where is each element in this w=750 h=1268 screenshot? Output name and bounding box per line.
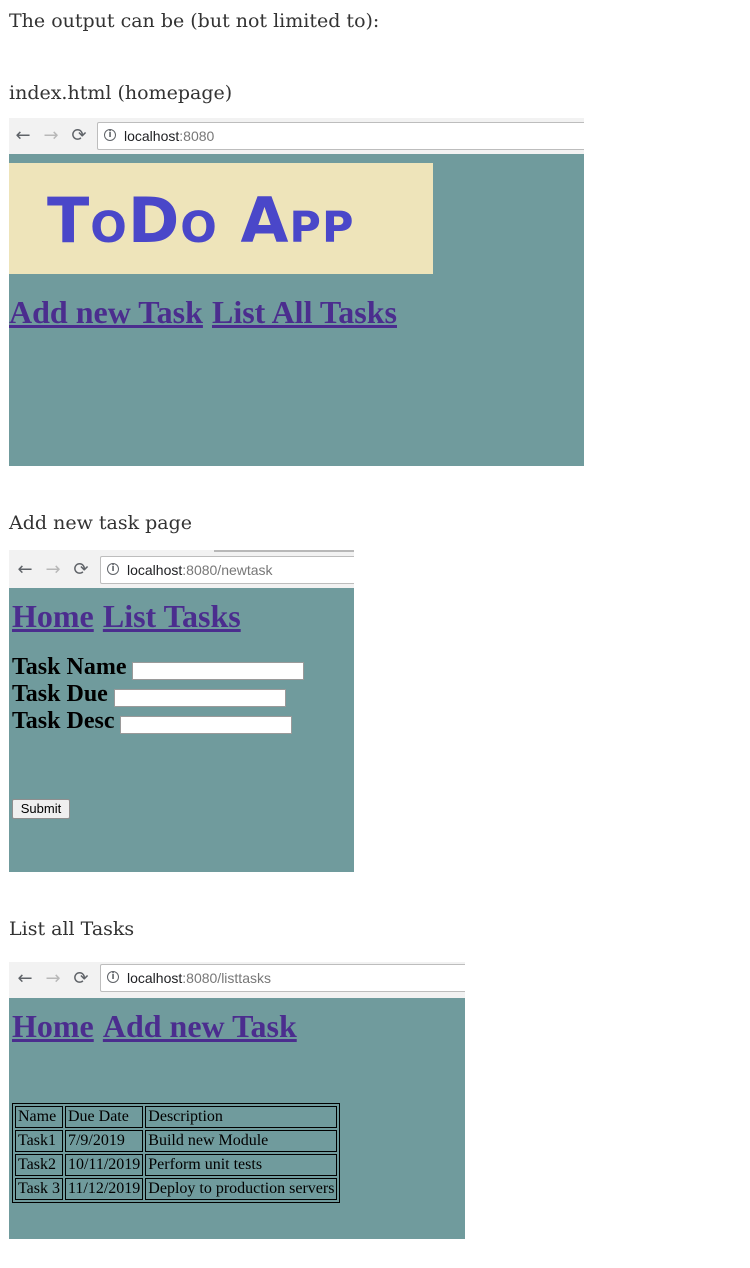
column-header: Name bbox=[15, 1106, 63, 1128]
list-all-tasks-link[interactable]: List All Tasks bbox=[212, 294, 397, 330]
home-link[interactable]: Home bbox=[12, 1008, 94, 1044]
url-text: localhost:8080/listtasks bbox=[127, 970, 271, 986]
task-desc-input[interactable] bbox=[120, 716, 292, 734]
back-arrow-icon[interactable]: ← bbox=[13, 558, 37, 582]
intro-text: The output can be (but not limited to): bbox=[9, 10, 380, 32]
home-screenshot: ← → ⟳ i localhost:8080 ToDo App Add new … bbox=[9, 118, 584, 466]
task-due-cell: 10/11/2019 bbox=[64, 1154, 144, 1176]
forward-arrow-icon[interactable]: → bbox=[41, 967, 65, 991]
submit-button[interactable]: Submit bbox=[12, 799, 70, 819]
task-name-cell: Task1 bbox=[15, 1130, 63, 1152]
tab-strip-edge bbox=[214, 550, 354, 552]
address-bar[interactable]: i localhost:8080/listtasks bbox=[100, 964, 465, 992]
address-bar[interactable]: i localhost:8080 bbox=[97, 122, 584, 150]
listtasks-nav: Home Add new Task bbox=[12, 1008, 297, 1045]
url-text: localhost:8080/newtask bbox=[127, 562, 273, 578]
address-bar[interactable]: i localhost:8080/newtask bbox=[100, 556, 354, 584]
reload-icon[interactable]: ⟳ bbox=[67, 124, 91, 148]
table-row: Task 3 11/12/2019 Deploy to production s… bbox=[15, 1178, 338, 1200]
info-icon[interactable]: i bbox=[107, 971, 119, 983]
url-text: localhost:8080 bbox=[124, 128, 215, 144]
listtasks-screenshot: ← → ⟳ i localhost:8080/listtasks Home Ad… bbox=[9, 962, 465, 1239]
home-caption: index.html (homepage) bbox=[9, 82, 233, 104]
home-page-content: ToDo App Add new Task List All Tasks bbox=[9, 154, 584, 466]
task-due-label: Task Due bbox=[12, 681, 108, 707]
newtask-nav: Home List Tasks bbox=[12, 598, 241, 635]
task-due-cell: 11/12/2019 bbox=[64, 1178, 144, 1200]
browser-toolbar: ← → ⟳ i localhost:8080/newtask bbox=[9, 550, 354, 589]
browser-toolbar: ← → ⟳ i localhost:8080/listtasks bbox=[9, 962, 465, 999]
logo-banner: ToDo App bbox=[9, 163, 433, 274]
forward-arrow-icon[interactable]: → bbox=[41, 558, 65, 582]
column-header: Description bbox=[145, 1106, 338, 1128]
task-name-input[interactable] bbox=[132, 662, 304, 680]
back-arrow-icon[interactable]: ← bbox=[11, 124, 35, 148]
task-desc-cell: Deploy to production servers bbox=[145, 1178, 338, 1200]
task-name-cell: Task2 bbox=[15, 1154, 63, 1176]
task-due-cell: 7/9/2019 bbox=[64, 1130, 144, 1152]
task-desc-cell: Perform unit tests bbox=[145, 1154, 338, 1176]
table-row: Task2 10/11/2019 Perform unit tests bbox=[15, 1154, 338, 1176]
add-new-task-link[interactable]: Add new Task bbox=[9, 294, 203, 330]
task-desc-cell: Build new Module bbox=[145, 1130, 338, 1152]
task-due-input[interactable] bbox=[114, 689, 286, 707]
home-link[interactable]: Home bbox=[12, 598, 94, 634]
app-logo: ToDo App bbox=[47, 184, 355, 257]
listtasks-page-content: Home Add new Task Name Due Date Descript… bbox=[9, 998, 465, 1239]
task-name-cell: Task 3 bbox=[15, 1178, 63, 1200]
list-tasks-link[interactable]: List Tasks bbox=[103, 598, 241, 634]
task-name-label: Task Name bbox=[12, 654, 127, 680]
info-icon[interactable]: i bbox=[107, 563, 119, 575]
table-row: Task1 7/9/2019 Build new Module bbox=[15, 1130, 338, 1152]
info-icon[interactable]: i bbox=[104, 129, 116, 141]
column-header: Due Date bbox=[64, 1106, 144, 1128]
task-desc-label: Task Desc bbox=[12, 708, 115, 734]
forward-arrow-icon[interactable]: → bbox=[39, 124, 63, 148]
listtasks-caption: List all Tasks bbox=[9, 918, 135, 940]
newtask-caption: Add new task page bbox=[9, 512, 193, 534]
newtask-page-content: Home List Tasks Task Name Task Due Task … bbox=[9, 588, 354, 872]
reload-icon[interactable]: ⟳ bbox=[69, 558, 93, 582]
tasks-table: Name Due Date Description Task1 7/9/2019… bbox=[12, 1103, 341, 1203]
add-new-task-link[interactable]: Add new Task bbox=[103, 1008, 297, 1044]
reload-icon[interactable]: ⟳ bbox=[69, 967, 93, 991]
browser-toolbar: ← → ⟳ i localhost:8080 bbox=[9, 118, 584, 155]
home-nav: Add new Task List All Tasks bbox=[9, 294, 397, 331]
back-arrow-icon[interactable]: ← bbox=[13, 967, 37, 991]
table-header-row: Name Due Date Description bbox=[15, 1106, 338, 1128]
newtask-screenshot: ← → ⟳ i localhost:8080/newtask Home List… bbox=[9, 550, 354, 872]
